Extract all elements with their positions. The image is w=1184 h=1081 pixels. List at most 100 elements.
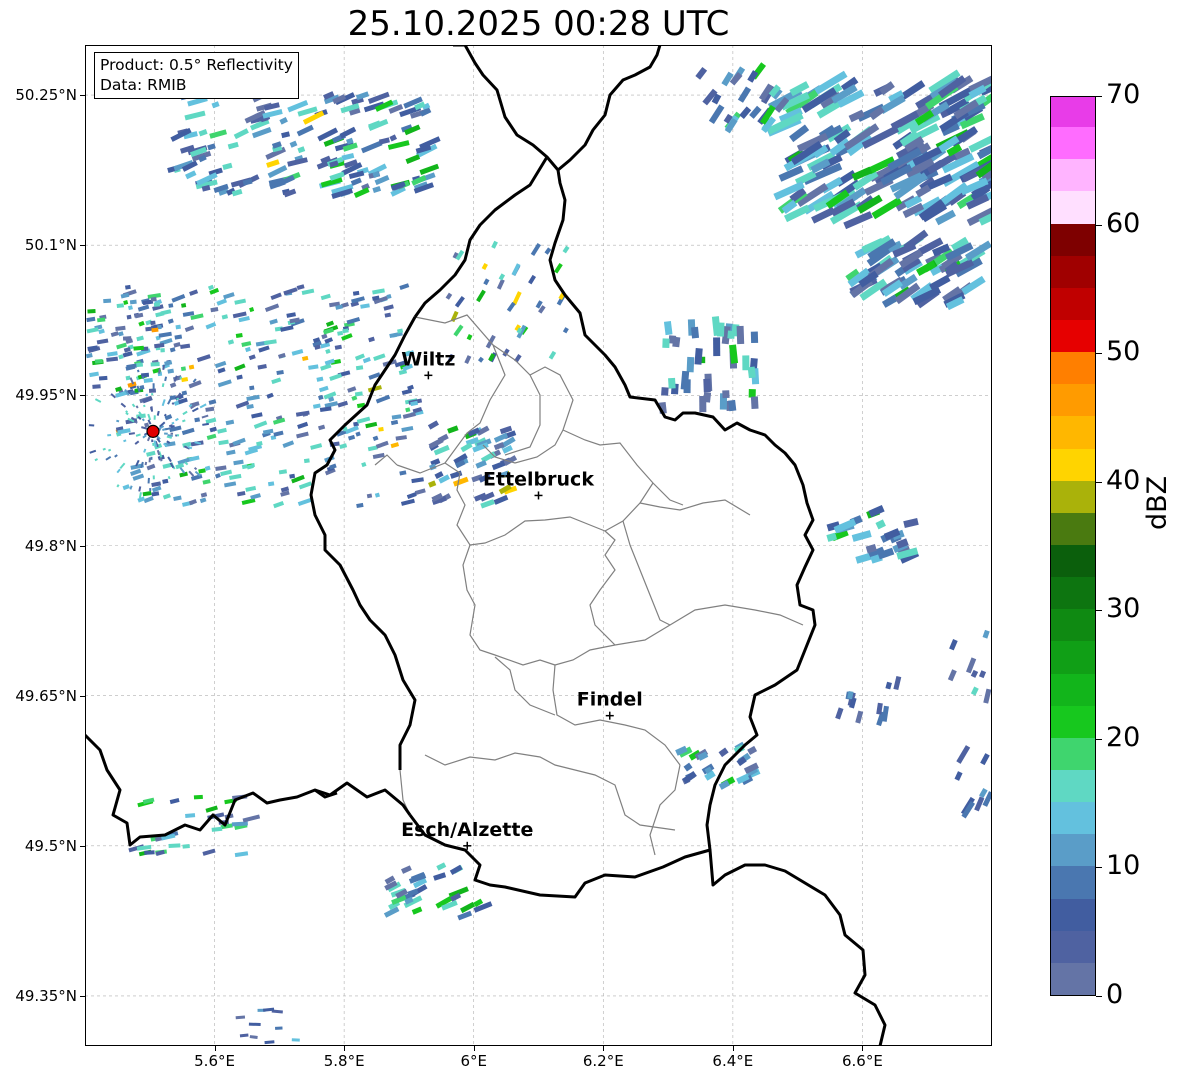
city-ettelbruck[interactable]: Ettelbruck — [483, 468, 594, 500]
echo-cell — [266, 392, 274, 399]
echo-cell — [334, 344, 342, 350]
echo-cell — [929, 274, 951, 291]
echo-cell — [271, 377, 282, 385]
echo-cell — [125, 412, 129, 416]
echo-cell — [177, 457, 192, 466]
echo-cell — [347, 386, 357, 393]
echo-cell — [169, 347, 176, 353]
echo-cell — [204, 465, 211, 471]
echo-cell — [94, 358, 103, 364]
radar-site-marker[interactable] — [146, 424, 160, 438]
echo-cell — [164, 432, 168, 435]
echo-cell — [493, 494, 509, 505]
echo-cell — [269, 318, 278, 325]
canton-borders — [374, 314, 804, 856]
echo-cell — [136, 362, 144, 368]
colorbar-tick-label: 0 — [1106, 979, 1124, 1010]
echo-cell — [87, 308, 96, 314]
echo-cell — [445, 292, 453, 300]
echo-cell — [241, 341, 252, 347]
colorbar-segment — [1051, 255, 1095, 288]
echo-cell — [352, 290, 360, 296]
echo-cell — [161, 399, 166, 407]
echo-cell — [118, 354, 124, 360]
echo-cell — [736, 325, 745, 345]
echo-cell — [722, 390, 730, 399]
longitude-tick-label: 6.6°E — [842, 1052, 883, 1070]
echo-cell — [182, 419, 186, 423]
echo-cell — [399, 283, 410, 290]
echo-cell — [855, 710, 864, 724]
radar-echoes — [85, 62, 992, 1045]
latitude-tick-label: 49.95°N — [15, 386, 77, 405]
echo-cell — [562, 327, 569, 334]
colorbar — [1050, 96, 1096, 996]
echo-cell — [320, 293, 331, 301]
echo-cell — [205, 805, 218, 813]
echo-cell — [893, 675, 902, 690]
echo-cell — [296, 431, 309, 439]
colorbar-tick-label: 10 — [1106, 850, 1141, 882]
echo-cell — [151, 491, 160, 497]
echo-cell — [400, 498, 415, 506]
echo-cell — [727, 330, 735, 339]
colorbar-tick-label: 30 — [1106, 593, 1141, 625]
echo-cell — [303, 458, 310, 464]
echo-cell — [146, 450, 156, 457]
echo-cell — [143, 377, 153, 383]
echo-cell — [375, 394, 391, 404]
echo-cell — [167, 318, 174, 324]
echo-cell — [411, 906, 423, 915]
echo-cell — [236, 490, 246, 497]
echo-cell — [216, 298, 228, 306]
city-wiltz[interactable]: Wiltz — [401, 348, 455, 380]
echo-cell — [528, 274, 537, 285]
city-label: Ettelbruck — [483, 468, 594, 490]
echo-cell — [146, 463, 156, 471]
echo-cell — [264, 303, 280, 313]
echo-cell — [318, 424, 326, 431]
echo-cell — [970, 669, 979, 678]
longitude-tick — [214, 1046, 216, 1051]
echo-cell — [514, 354, 522, 363]
echo-cell — [196, 354, 211, 363]
echo-cell — [355, 431, 361, 437]
echo-cell — [162, 493, 171, 500]
echo-cell — [123, 439, 127, 443]
colorbar-segment — [1051, 640, 1095, 674]
echo-cell — [278, 352, 286, 359]
echo-cell — [135, 405, 139, 409]
echo-cell — [337, 400, 349, 408]
echo-cell — [511, 263, 521, 276]
echo-cell — [460, 901, 476, 914]
echo-cell — [144, 850, 155, 855]
echo-cell — [427, 420, 439, 430]
echo-cell — [691, 326, 700, 339]
city-esch-alzette[interactable]: Esch/Alzette — [401, 819, 533, 850]
echo-cell — [152, 475, 155, 480]
colorbar-label: dBZ — [1142, 475, 1173, 530]
radar-map[interactable]: Wiltz Ettelbruck Findel Esch/Alzette — [85, 45, 992, 1046]
echo-cell — [153, 302, 161, 307]
echo-cell — [411, 477, 424, 484]
echo-cell — [350, 177, 362, 186]
echo-cell — [136, 369, 140, 373]
echo-cell — [378, 426, 384, 432]
echo-cell — [105, 455, 112, 461]
echo-cell — [718, 747, 729, 758]
echo-cell — [390, 442, 400, 449]
echo-cell — [234, 363, 246, 372]
latitude-tick-label: 49.5°N — [24, 836, 77, 855]
echo-cell — [686, 356, 695, 373]
echo-cell — [737, 86, 752, 103]
echo-cell — [279, 117, 288, 125]
echo-cell — [401, 388, 413, 396]
echo-cell — [202, 422, 209, 426]
echo-cell — [235, 333, 243, 338]
echo-cell — [337, 330, 344, 336]
echo-cell — [136, 335, 144, 342]
echo-cell — [151, 327, 159, 333]
city-findel[interactable]: Findel — [577, 689, 643, 720]
echo-cell — [291, 1038, 300, 1042]
longitude-tick-label: 5.6°E — [194, 1052, 235, 1070]
